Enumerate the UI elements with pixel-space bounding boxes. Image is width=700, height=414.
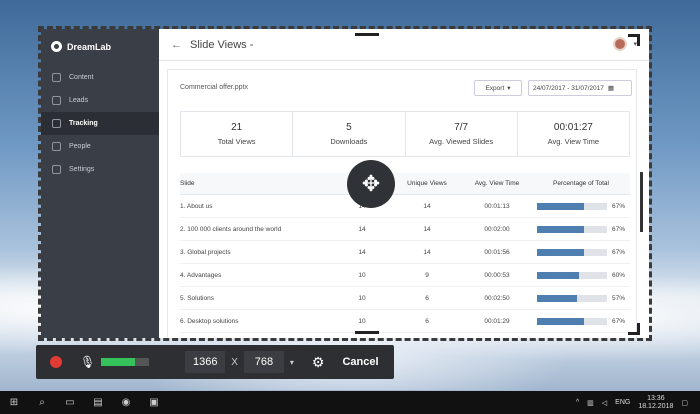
- chrome-icon[interactable]: ◉: [112, 391, 140, 414]
- cancel-button[interactable]: Cancel: [342, 356, 378, 368]
- recorder-toolbar: 🎙 1366 X 768 ▾ ⚙ Cancel: [36, 345, 394, 379]
- volume-icon[interactable]: ◁: [602, 399, 607, 407]
- audio-level-meter: [101, 358, 150, 366]
- width-input[interactable]: 1366: [185, 351, 226, 373]
- audio-level-fill: [101, 358, 135, 366]
- taskbar: ⊞ ⌕ ▭ ▤ ◉ ▣ ^ ▥ ◁ ENG 13:36 18.12.2018 ▢: [0, 391, 700, 414]
- clock[interactable]: 13:36 18.12.2018: [638, 395, 673, 410]
- gear-icon[interactable]: ⚙: [312, 354, 325, 371]
- height-input[interactable]: 768: [243, 351, 284, 373]
- move-handle-icon[interactable]: ✥: [347, 160, 395, 208]
- windows-start-icon[interactable]: ⊞: [0, 391, 28, 414]
- search-icon[interactable]: ⌕: [28, 391, 56, 414]
- scrollbar[interactable]: [640, 172, 643, 232]
- chevron-up-icon[interactable]: ^: [576, 399, 579, 406]
- microphone-icon[interactable]: 🎙: [80, 355, 95, 369]
- resize-handle-top-right[interactable]: [628, 34, 640, 46]
- system-tray: ^ ▥ ◁ ENG 13:36 18.12.2018 ▢: [576, 395, 700, 410]
- resize-handle-bottom-right[interactable]: [628, 323, 640, 335]
- capture-region-border[interactable]: [38, 26, 652, 341]
- clock-time: 13:36: [647, 394, 665, 402]
- chevron-down-icon[interactable]: ▾: [290, 358, 294, 367]
- language-indicator[interactable]: ENG: [615, 399, 630, 406]
- resize-handle-bottom[interactable]: [355, 331, 379, 334]
- clock-date: 18.12.2018: [638, 402, 674, 410]
- app-icon[interactable]: ▣: [140, 391, 168, 414]
- file-explorer-icon[interactable]: ▤: [84, 391, 112, 414]
- resize-handle-top[interactable]: [355, 33, 379, 36]
- dimension-separator: X: [231, 356, 238, 368]
- task-view-icon[interactable]: ▭: [56, 391, 84, 414]
- record-button[interactable]: [50, 356, 62, 368]
- notifications-icon[interactable]: ▢: [681, 399, 688, 407]
- network-icon[interactable]: ▥: [587, 399, 594, 407]
